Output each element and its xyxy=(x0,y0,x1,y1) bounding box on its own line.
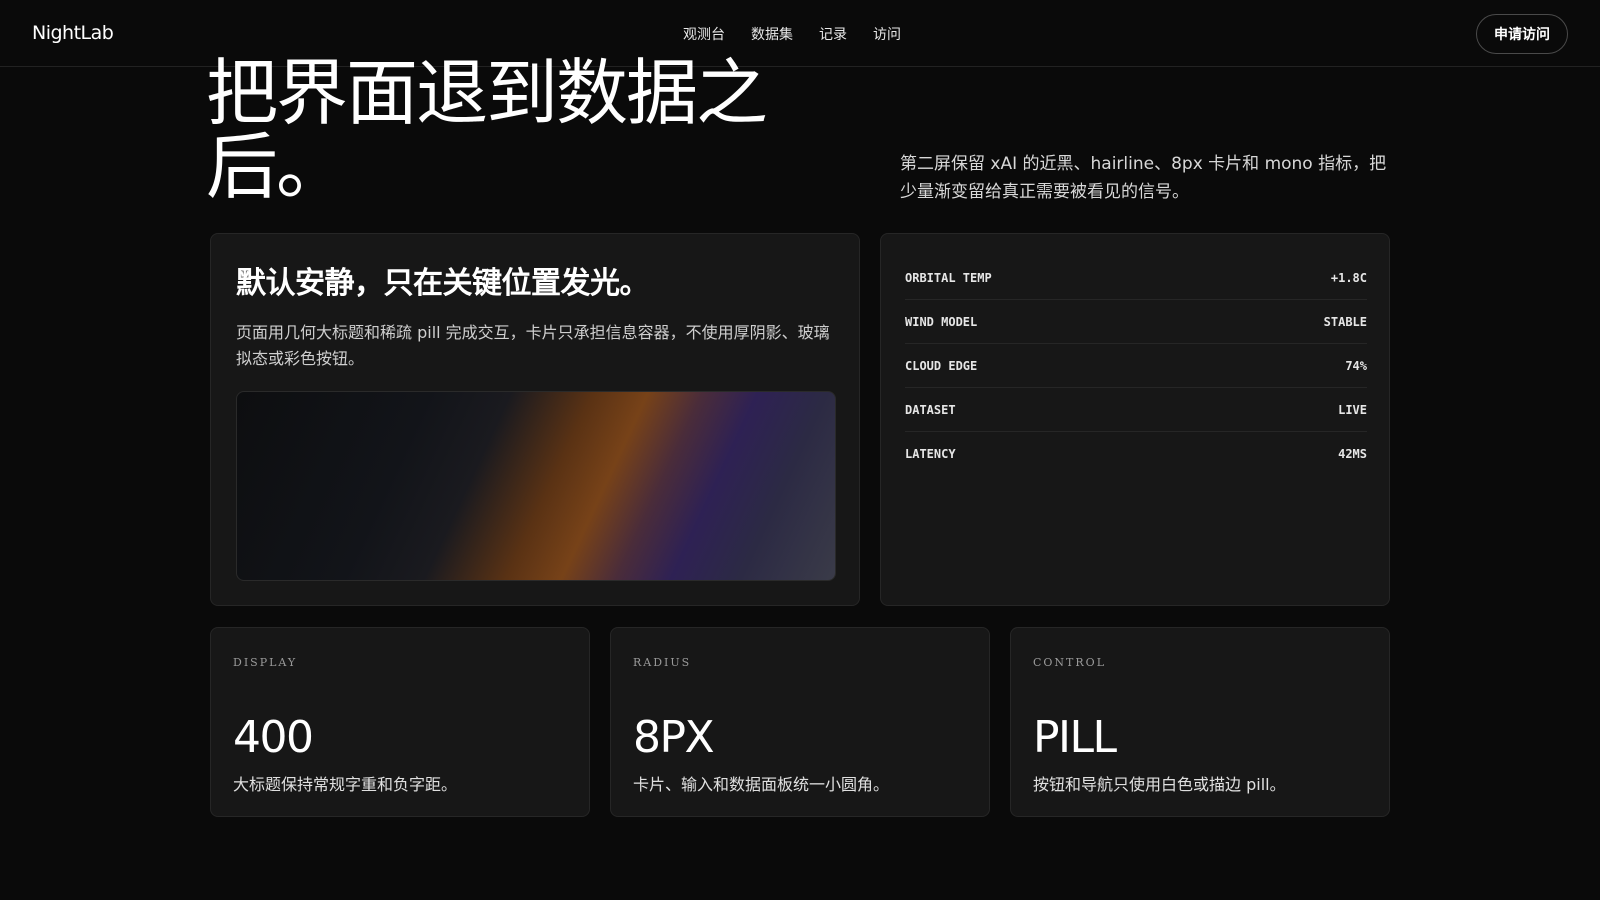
spec-card-control: CONTROL PILL 按钮和导航只使用白色或描边 pill。 xyxy=(1010,627,1390,817)
nav-link-access[interactable]: 访问 xyxy=(873,24,901,44)
metric-value: 74% xyxy=(1345,358,1367,373)
metric-value: STABLE xyxy=(1323,314,1367,329)
hero-title: 把界面退到数据之后。 xyxy=(206,51,768,209)
metric-row: CLOUD EDGE 74% xyxy=(905,344,1367,388)
spec-description: 按钮和导航只使用白色或描边 pill。 xyxy=(1033,775,1286,794)
metric-label: CLOUD EDGE xyxy=(905,358,978,373)
gradient-signal-panel xyxy=(236,391,836,581)
spec-description: 卡片、输入和数据面板统一小圆角。 xyxy=(633,775,890,794)
nav-link-records[interactable]: 记录 xyxy=(819,24,847,44)
feature-card-title: 默认安静，只在关键位置发光。 xyxy=(236,266,650,301)
main-nav: 观测台 数据集 记录 访问 xyxy=(683,24,901,44)
spec-label: CONTROL xyxy=(1033,656,1107,669)
metric-label: ORBITAL TEMP xyxy=(905,270,992,285)
spec-description: 大标题保持常规字重和负字距。 xyxy=(233,775,458,794)
metric-row: WIND MODEL STABLE xyxy=(905,300,1367,344)
metric-value: LIVE xyxy=(1338,402,1367,417)
feature-card-body: 页面用几何大标题和稀疏 pill 完成交互，卡片只承担信息容器，不使用厚阴影、玻… xyxy=(236,323,830,368)
nav-link-observatory[interactable]: 观测台 xyxy=(683,24,725,44)
metric-row: LATENCY 42MS xyxy=(905,432,1367,476)
metric-label: WIND MODEL xyxy=(905,314,978,329)
spec-value: PILL xyxy=(1033,712,1117,763)
request-access-button[interactable]: 申请访问 xyxy=(1476,14,1568,54)
brand-logo[interactable]: NightLab xyxy=(32,22,114,44)
spec-label: RADIUS xyxy=(633,656,692,669)
spec-label: DISPLAY xyxy=(233,656,298,669)
spec-card-radius: RADIUS 8PX 卡片、输入和数据面板统一小圆角。 xyxy=(610,627,990,817)
metric-value: +1.8C xyxy=(1330,270,1367,285)
hero-subtitle: 第二屏保留 xAI 的近黑、hairline、8px 卡片和 mono 指标，把… xyxy=(900,154,1387,202)
metric-row: ORBITAL TEMP +1.8C xyxy=(905,256,1367,300)
nav-link-datasets[interactable]: 数据集 xyxy=(751,24,793,44)
spec-value: 400 xyxy=(233,712,314,763)
feature-card: 默认安静，只在关键位置发光。 页面用几何大标题和稀疏 pill 完成交互，卡片只… xyxy=(210,233,860,606)
spec-value: 8PX xyxy=(633,712,715,763)
metric-row: DATASET LIVE xyxy=(905,388,1367,432)
metric-label: DATASET xyxy=(905,402,956,417)
spec-card-display: DISPLAY 400 大标题保持常规字重和负字距。 xyxy=(210,627,590,817)
metric-label: LATENCY xyxy=(905,447,956,461)
metric-value: 42MS xyxy=(1338,447,1367,461)
metrics-card: ORBITAL TEMP +1.8C WIND MODEL STABLE CLO… xyxy=(880,233,1390,606)
